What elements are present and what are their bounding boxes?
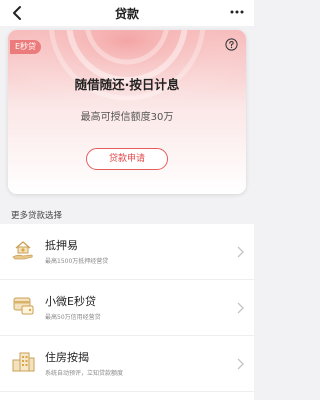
nav-bar: 贷款 (0, 0, 254, 26)
product-desc: 最高1500万抵押经营贷 (45, 258, 109, 265)
more-dots-icon[interactable] (229, 6, 245, 18)
hero-headline: 随借随还·按日计息 (74, 77, 180, 92)
product-desc: 系统自动预评，立知贷款额度 (45, 370, 124, 377)
section-title: 更多贷款选择 (11, 211, 63, 221)
product-desc: 最高50万信用经营贷 (45, 314, 101, 321)
loan-apply-button[interactable]: 贷款申请 (86, 148, 168, 170)
buildings-icon (12, 352, 35, 372)
list-item-mortgage-easy[interactable]: 抵押易 最高1500万抵押经营贷 (0, 224, 254, 280)
chevron-right-icon (237, 358, 244, 370)
product-name: 小微E秒贷 (45, 295, 96, 308)
chevron-right-icon (237, 246, 244, 258)
loan-hero-card: E秒贷 随借随还·按日计息 最高可授信额度30万 贷款申请 (8, 30, 246, 194)
list-item-home-mortgage[interactable]: 住房按揭 系统自动预评，立知贷款额度 (0, 336, 254, 392)
product-name: 住房按揭 (45, 351, 89, 364)
help-question-icon[interactable] (225, 38, 238, 51)
credit-limit-text: 最高可授信额度30万 (80, 112, 174, 123)
house-hand-icon (12, 241, 33, 260)
product-name: 抵押易 (45, 239, 78, 252)
wallet-card-icon (13, 297, 34, 315)
loan-product-list: 抵押易 最高1500万抵押经营贷 小微E秒贷 最高50万信用经营贷 住房按揭 系… (0, 224, 254, 400)
page-title: 贷款 (114, 7, 139, 21)
chevron-right-icon (237, 302, 244, 314)
list-item-micro-e-loan[interactable]: 小微E秒贷 最高50万信用经营贷 (0, 280, 254, 336)
e-loan-badge: E秒贷 (10, 40, 42, 54)
